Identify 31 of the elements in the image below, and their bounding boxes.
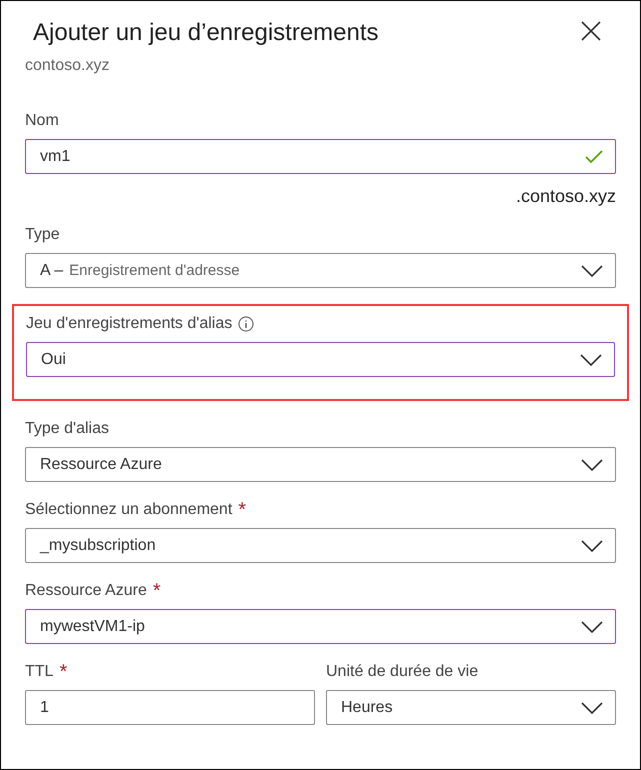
field-label: Sélectionnez un abonnement xyxy=(25,501,232,519)
dropdown[interactable]: _mysubscription xyxy=(25,528,616,563)
field-label: Unité de durée de vie xyxy=(326,663,478,681)
text-input[interactable]: 1 xyxy=(25,690,315,725)
chevron-down-icon xyxy=(581,540,603,552)
dropdown[interactable]: A – Enregistrement d'adresse xyxy=(25,253,616,288)
chevron-down-icon xyxy=(581,264,603,276)
text-input[interactable]: vm1 xyxy=(25,139,616,174)
panel-title: Ajouter un jeu d’enregistrements xyxy=(33,19,379,47)
field-label: Type xyxy=(25,226,60,244)
field-label: Nom xyxy=(25,112,59,130)
close-button[interactable] xyxy=(580,20,602,42)
chevron-down-icon xyxy=(581,458,603,470)
chevron-down-icon xyxy=(581,620,603,632)
chevron-down-icon xyxy=(580,354,602,366)
info-icon[interactable] xyxy=(238,316,254,332)
required-mark: * xyxy=(152,581,161,601)
zone-name: contoso.xyz xyxy=(25,57,110,75)
required-mark: * xyxy=(238,500,246,520)
domain-suffix: .contoso.xyz xyxy=(516,186,616,207)
required-mark: * xyxy=(59,662,68,682)
close-icon xyxy=(580,20,602,42)
field-label: TTL xyxy=(25,663,54,681)
field-label: Type d'alias xyxy=(25,420,109,438)
dropdown[interactable]: Oui xyxy=(26,342,615,377)
dropdown[interactable]: mywestVM1-ip xyxy=(25,609,616,644)
field-label: Ressource Azure xyxy=(25,582,147,600)
field-label: Jeu d'enregistrements d'alias xyxy=(26,315,232,333)
dropdown[interactable]: Heures xyxy=(326,690,616,725)
chevron-down-icon xyxy=(581,702,603,714)
dropdown[interactable]: Ressource Azure xyxy=(25,447,616,482)
